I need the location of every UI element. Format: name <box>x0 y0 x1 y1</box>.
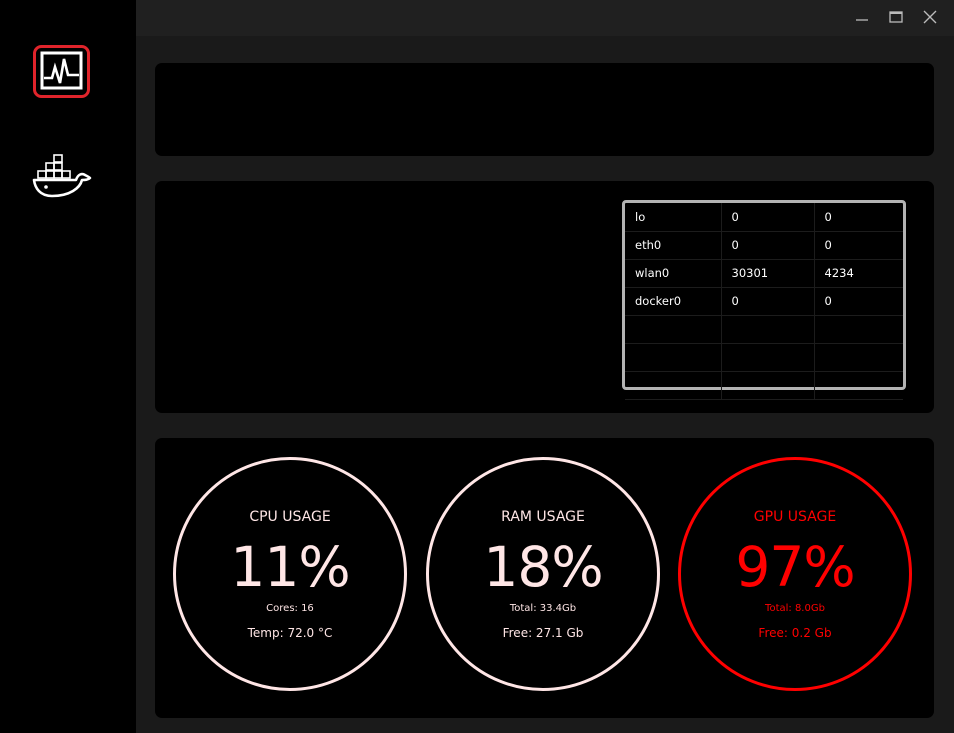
ram-usage-gauge: RAM USAGE 18% Total: 33.4Gb Free: 27.1 G… <box>426 457 660 691</box>
table-row[interactable]: docker0 0 0 <box>625 287 903 316</box>
ram-usage-value: 18% <box>483 535 603 599</box>
gpu-free-text: Free: 0.2 Gb <box>758 626 832 640</box>
cpu-usage-value: 11% <box>230 535 350 599</box>
cpu-cores-text: Cores: 16 <box>266 603 314 614</box>
sidebar-item-monitor[interactable] <box>33 45 90 98</box>
table-row[interactable] <box>625 315 903 344</box>
sent-cell: 0 <box>814 203 903 232</box>
system-monitor-icon <box>33 45 90 98</box>
received-cell <box>721 371 815 400</box>
interface-cell: lo <box>625 203 722 232</box>
sent-cell <box>814 371 903 400</box>
sidebar-item-docker[interactable] <box>30 152 92 200</box>
top-panel <box>155 63 934 156</box>
close-icon <box>923 10 937 24</box>
gpu-total-text: Total: 8.0Gb <box>765 603 825 614</box>
interface-cell <box>625 315 722 344</box>
table-row[interactable]: lo 0 0 <box>625 203 903 232</box>
ram-usage-title: RAM USAGE <box>501 509 585 525</box>
sent-cell <box>814 343 903 372</box>
sent-cell <box>814 315 903 344</box>
close-button[interactable] <box>917 6 943 28</box>
window-titlebar <box>136 0 954 36</box>
network-table[interactable]: lo 0 0 eth0 0 0 wlan0 30301 4234 docker0… <box>622 200 906 400</box>
sent-cell: 0 <box>814 231 903 260</box>
received-cell: 30301 <box>721 259 815 288</box>
ram-total-text: Total: 33.4Gb <box>509 603 577 614</box>
received-cell: 0 <box>721 231 815 260</box>
sidebar <box>0 0 136 733</box>
gpu-usage-value: 97% <box>735 535 855 599</box>
received-cell <box>721 315 815 344</box>
ram-free-text: Free: 27.1 Gb <box>502 626 584 640</box>
minimize-button[interactable] <box>849 6 875 28</box>
table-row[interactable]: wlan0 30301 4234 <box>625 259 903 288</box>
minimize-icon <box>856 19 868 21</box>
docker-whale-icon <box>32 154 92 198</box>
gpu-usage-title: GPU USAGE <box>753 509 837 525</box>
cpu-usage-title: CPU USAGE <box>249 509 331 525</box>
table-row[interactable]: eth0 0 0 <box>625 231 903 260</box>
maximize-button[interactable] <box>883 6 909 28</box>
received-cell <box>721 343 815 372</box>
gpu-usage-gauge: GPU USAGE 97% Total: 8.0Gb Free: 0.2 Gb <box>678 457 912 691</box>
usage-panel: CPU USAGE 11% Cores: 16 Temp: 72.0 °C RA… <box>155 438 934 718</box>
cpu-temp-text: Temp: 72.0 °C <box>247 626 333 640</box>
interface-cell: wlan0 <box>625 259 722 288</box>
interface-cell: eth0 <box>625 231 722 260</box>
sent-cell: 4234 <box>814 259 903 288</box>
received-cell: 0 <box>721 287 815 316</box>
table-row[interactable] <box>625 371 903 400</box>
network-panel: lo 0 0 eth0 0 0 wlan0 30301 4234 docker0… <box>155 181 934 413</box>
sent-cell: 0 <box>814 287 903 316</box>
interface-cell: docker0 <box>625 287 722 316</box>
received-cell: 0 <box>721 203 815 232</box>
interface-cell <box>625 371 722 400</box>
cpu-usage-gauge: CPU USAGE 11% Cores: 16 Temp: 72.0 °C <box>173 457 407 691</box>
maximize-icon <box>889 11 903 23</box>
table-row[interactable] <box>625 343 903 372</box>
interface-cell <box>625 343 722 372</box>
